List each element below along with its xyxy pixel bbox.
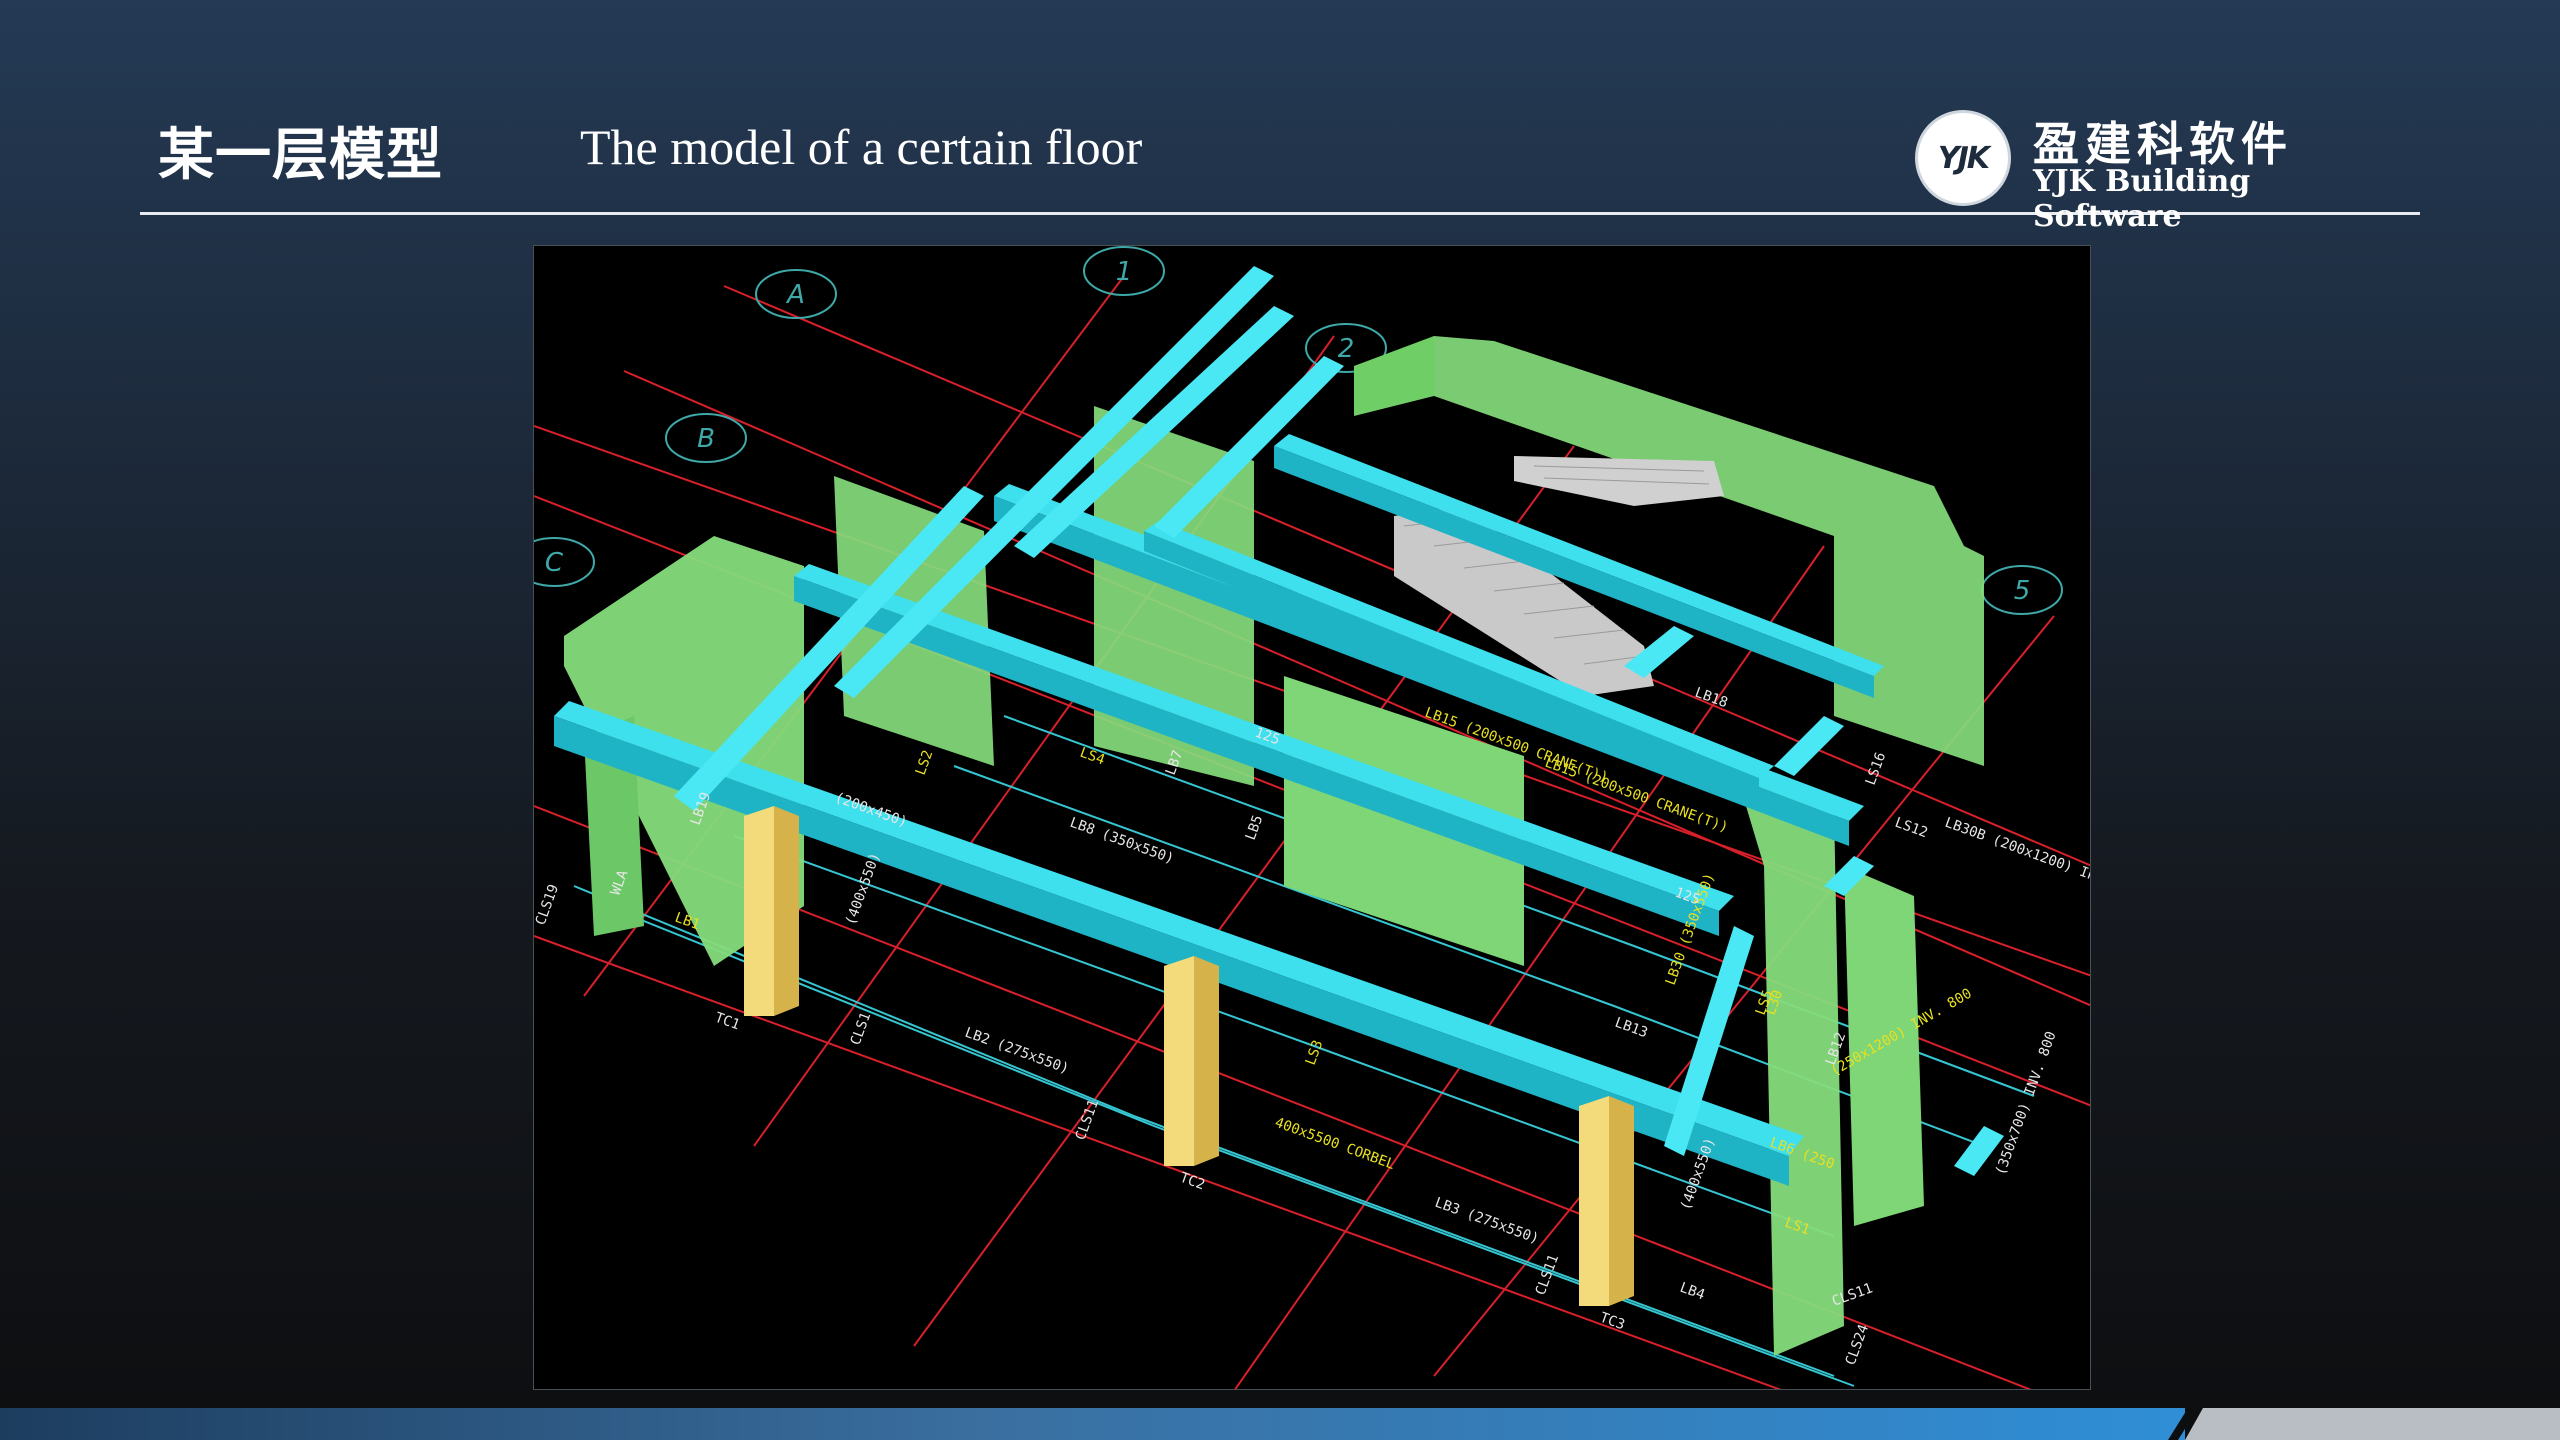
misc-label-ls2: LS2 xyxy=(913,748,937,777)
beam-label-lb5: LB5 xyxy=(1243,813,1267,842)
model-viewport[interactable]: A B C 1 2 5 TC1 TC2 TC3 CLS19 CLS24 WLA … xyxy=(533,245,2091,1390)
footer-accent-stripe xyxy=(0,1408,2185,1440)
grid-label-b: B xyxy=(697,424,715,454)
grid-label-1: 1 xyxy=(1116,257,1133,287)
wall-label-cls24: CLS24 xyxy=(1843,1322,1872,1367)
grid-bubble-c xyxy=(534,537,595,587)
brand-logo-text: YJK xyxy=(1937,140,1990,176)
beam-label-lb13: LB13 xyxy=(1613,1015,1650,1042)
beam-label-lb2: LB2 (275x550) xyxy=(963,1025,1071,1078)
column-label-tc1: TC1 xyxy=(713,1010,742,1034)
beam-label-lb30b: LB30B (200x1200) INV. 850 xyxy=(1943,815,2091,902)
slide-title-chinese: 某一层模型 xyxy=(158,123,443,188)
grid-label-2: 2 xyxy=(1338,334,1355,364)
wall-label-ls16: LS16 xyxy=(1863,750,1890,787)
beam-label-lb4: LB4 xyxy=(1678,1280,1707,1304)
misc-label-cls1: CLS1 xyxy=(848,1010,875,1047)
yjk-logo-icon: YJK xyxy=(1915,110,2011,206)
grid-label-a: A xyxy=(785,280,805,310)
misc-label-cls11-a: CLS11 xyxy=(1073,1097,1102,1142)
brand-block: YJK 盈建科软件 YJK Building Software xyxy=(1915,108,2385,234)
brand-name-english: YJK Building Software xyxy=(2033,164,2251,234)
column-label-tc2: TC2 xyxy=(1178,1170,1207,1194)
footer-secondary-stripe xyxy=(2185,1408,2560,1440)
slide-title-english: The model of a certain floor xyxy=(580,119,1143,175)
structural-model-drawing: A B C 1 2 5 TC1 TC2 TC3 CLS19 CLS24 WLA … xyxy=(534,246,2091,1389)
wall-label-ls12: LS12 xyxy=(1893,815,1930,842)
beam-label-350x700: (350x700) INV. 800 xyxy=(1993,1029,2060,1177)
wall-label-cls19: CLS19 xyxy=(534,882,562,927)
misc-label-cls11-c: CLS11 xyxy=(1533,1252,1562,1297)
misc-label-corbel: 400x5500 CORBEL xyxy=(1273,1115,1397,1173)
grid-label-5: 5 xyxy=(2014,576,2031,606)
misc-label-ls4: LS4 xyxy=(1078,745,1107,769)
column-label-tc3: TC3 xyxy=(1598,1310,1627,1334)
beam-label-lb3: LB3 (275x550) xyxy=(1433,1195,1541,1248)
footer-bar xyxy=(0,1408,2560,1440)
grid-label-c: C xyxy=(545,548,564,578)
